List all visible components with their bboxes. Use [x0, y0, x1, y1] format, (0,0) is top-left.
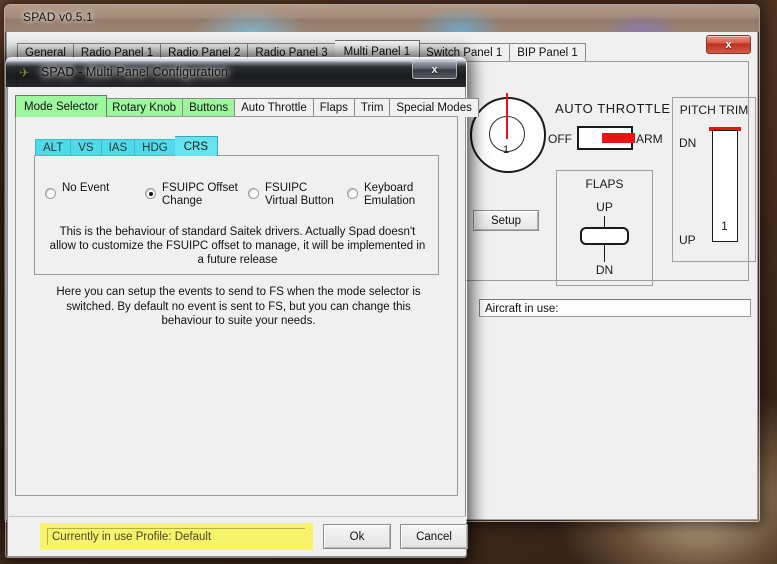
tab-flaps[interactable]: Flaps: [313, 98, 355, 117]
radio-no-event-label: No Event: [62, 182, 110, 194]
mode-sub-tab-strip: ALT VS IAS HDG CRS: [35, 136, 218, 156]
main-window-title: SPAD v0.5.1: [23, 10, 94, 24]
pitch-trim-group: PITCH TRIM DN 1 UP: [672, 97, 756, 262]
airplane-icon: ✈: [19, 65, 30, 80]
tab-rotary-knob[interactable]: Rotary Knob: [106, 98, 184, 117]
flaps-handle[interactable]: [580, 227, 629, 245]
knob-value: 1: [502, 144, 510, 156]
radio-fsuipc-virtual-button-label: FSUIPC Virtual Button: [265, 182, 334, 207]
main-window-titlebar[interactable]: SPAD v0.5.1: [5, 5, 759, 32]
mode-selector-help-text: Here you can setup the events to send to…: [56, 286, 421, 327]
radio-dot-icon: [248, 188, 259, 199]
setup-button[interactable]: Setup: [473, 210, 539, 231]
dialog-close-button[interactable]: x: [412, 60, 457, 79]
auto-throttle-switch-slug-icon: [602, 133, 635, 143]
dialog-tab-strip: Mode Selector Rotary Knob Buttons Auto T…: [15, 95, 479, 117]
main-window-close-button[interactable]: x: [706, 35, 751, 54]
subtab-vs[interactable]: VS: [71, 139, 102, 156]
knob-pointer-icon: [506, 93, 508, 139]
pitch-trim-title: PITCH TRIM: [679, 103, 749, 117]
cancel-button[interactable]: Cancel: [400, 524, 468, 549]
crs-sub-tab-page: No Event FSUIPC Offset Change FSUIPC Vir…: [34, 155, 439, 275]
flaps-title: FLAPS: [585, 177, 624, 191]
subtab-alt[interactable]: ALT: [35, 139, 72, 156]
radio-dot-icon: [347, 188, 358, 199]
tab-bip-panel-1[interactable]: BIP Panel 1: [510, 43, 586, 62]
event-type-radio-group: No Event FSUIPC Offset Change FSUIPC Vir…: [41, 182, 436, 222]
flaps-dn-label: DN: [595, 263, 614, 277]
mode-selector-tab-page: ALT VS IAS HDG CRS No Event FSUIPC Offse…: [15, 116, 458, 496]
auto-throttle-arm-label: ARM: [636, 132, 663, 146]
flaps-up-label: UP: [596, 200, 613, 214]
dialog-client-area: Mode Selector Rotary Knob Buttons Auto T…: [7, 87, 479, 557]
current-profile-label: Currently in use Profile: Default: [47, 528, 305, 545]
subtab-crs[interactable]: CRS: [174, 136, 218, 156]
auto-throttle-off-label: OFF: [548, 132, 572, 146]
radio-fsuipc-offset-change-label: FSUIPC Offset Change: [162, 182, 238, 207]
current-profile-field[interactable]: Currently in use Profile: Default: [40, 523, 313, 550]
subtab-hdg[interactable]: HDG: [135, 139, 176, 156]
dialog-footer: Currently in use Profile: Default Ok Can…: [9, 516, 468, 555]
multi-panel-configuration-dialog: ✈ SPAD - Multi Panel Configuration x Mod…: [5, 57, 479, 558]
aircraft-in-use-field: Aircraft in use:: [479, 299, 751, 317]
radio-dot-icon: [145, 188, 156, 199]
event-type-description: This is the behaviour of standard Saitek…: [49, 226, 426, 266]
pitch-trim-value: 1: [721, 219, 728, 233]
tab-special-modes[interactable]: Special Modes: [390, 98, 479, 117]
flaps-group: FLAPS UP DN: [556, 170, 653, 286]
pitch-trim-up-label: UP: [679, 233, 696, 247]
auto-throttle-switch[interactable]: [577, 126, 635, 150]
dialog-title: SPAD - Multi Panel Configuration: [41, 65, 229, 79]
radio-dot-icon: [45, 188, 56, 199]
radio-keyboard-emulation-label: Keyboard Emulation: [364, 182, 416, 207]
tab-buttons[interactable]: Buttons: [183, 98, 236, 117]
flaps-stem-bottom-icon: [604, 244, 605, 262]
pitch-trim-dn-label: DN: [679, 136, 697, 150]
auto-throttle-title: AUTO THROTTLE: [555, 101, 671, 116]
tab-trim[interactable]: Trim: [354, 98, 391, 117]
tab-auto-throttle[interactable]: Auto Throttle: [235, 98, 314, 117]
dialog-titlebar[interactable]: ✈ SPAD - Multi Panel Configuration x: [6, 58, 466, 87]
subtab-ias[interactable]: IAS: [101, 139, 136, 156]
ok-button[interactable]: Ok: [323, 524, 391, 549]
tab-mode-selector[interactable]: Mode Selector: [15, 95, 108, 117]
